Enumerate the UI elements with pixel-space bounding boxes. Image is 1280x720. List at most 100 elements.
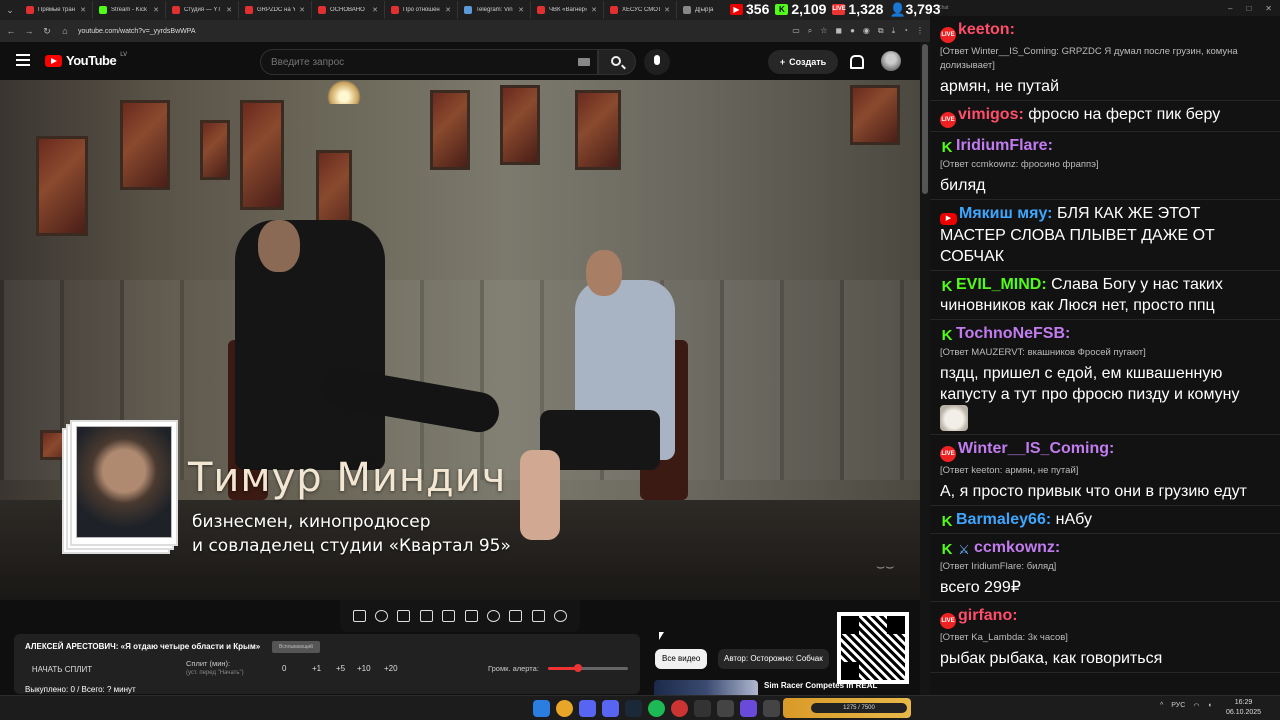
page-scrollbar[interactable] (920, 42, 930, 695)
notifications-bell-icon[interactable] (848, 54, 864, 69)
split-value[interactable]: 0 (282, 664, 286, 673)
reload-icon[interactable]: ↻ (42, 26, 52, 37)
video-player[interactable]: Тимур Миндич бизнесмен, кинопродюсер и с… (0, 80, 920, 600)
start-split-button[interactable]: НАЧАТЬ СПЛИТ (22, 662, 102, 676)
chat-username[interactable]: keeton (958, 21, 1010, 38)
add-1-button[interactable]: +1 (312, 664, 321, 673)
recommended-video-title[interactable]: Sim Racer Competes In REAL (764, 681, 877, 690)
camera-icon[interactable] (531, 610, 545, 622)
browser-tab[interactable]: Telegram: Vin ✕ (458, 1, 531, 19)
discord-icon[interactable] (602, 700, 619, 717)
browser-tab[interactable]: GRPZDC на Y ✕ (239, 1, 312, 19)
clapper-icon[interactable] (419, 610, 433, 622)
chat-username[interactable]: ccmkownz (974, 539, 1055, 556)
extension-icon[interactable]: ● (850, 26, 855, 36)
app-icon[interactable] (717, 700, 734, 717)
crop-icon[interactable] (442, 610, 456, 622)
tab-close-icon[interactable]: ✕ (153, 6, 159, 14)
wifi-icon[interactable]: ◠ (1193, 702, 1199, 710)
recommended-video-thumbnail[interactable] (654, 680, 758, 695)
alert-volume-slider[interactable] (548, 664, 628, 672)
tab-close-icon[interactable]: ✕ (299, 6, 305, 14)
popup-badge[interactable]: Всплывающий (272, 641, 320, 653)
bookmark-star-icon[interactable]: ☆ (820, 26, 827, 36)
frame-icon[interactable] (464, 610, 478, 622)
zoom-icon[interactable]: ⌕ (808, 26, 812, 36)
app-icon[interactable] (740, 700, 757, 717)
minimize-icon[interactable]: – (1228, 4, 1232, 13)
tab-close-icon[interactable]: ✕ (591, 6, 597, 14)
menu-icon[interactable]: ⋮ (916, 26, 924, 36)
back-icon[interactable]: ← (6, 26, 16, 36)
tab-close-icon[interactable]: ✕ (664, 6, 670, 14)
chat-username[interactable]: EVIL_MIND (956, 276, 1041, 293)
chat-username[interactable]: Winter__IS_Coming (958, 440, 1109, 457)
volume-icon[interactable]: ◖ (1207, 702, 1211, 710)
gear-icon[interactable] (554, 610, 568, 622)
browser-tab[interactable]: Студия — YT ✕ (166, 1, 239, 19)
tab-close-icon[interactable]: ✕ (372, 6, 378, 14)
youtube-logo[interactable]: YouTube LV (45, 52, 127, 68)
add-screen-icon[interactable] (509, 610, 523, 622)
add-5-button[interactable]: +5 (336, 664, 345, 673)
maximize-icon[interactable]: □ (1246, 4, 1251, 13)
steam-icon[interactable] (625, 700, 642, 717)
alert-volume-handle[interactable] (574, 664, 583, 672)
chip-author[interactable]: Автор: Осторожно: Собчак (718, 649, 829, 669)
tab-close-icon[interactable]: ✕ (226, 6, 232, 14)
install-icon[interactable]: ▭ (792, 26, 800, 36)
broadcast-icon[interactable] (375, 610, 389, 622)
tab-close-icon[interactable]: ✕ (445, 6, 451, 14)
avatar[interactable] (881, 51, 901, 71)
start-icon[interactable] (533, 700, 550, 717)
url-field[interactable]: youtube.com/watch?v=_yyrdsBwWPA (78, 28, 196, 35)
add-20-button[interactable]: +20 (384, 664, 398, 673)
search-button[interactable] (598, 49, 636, 75)
browser-tab[interactable]: Stream - Kick ✕ (93, 1, 166, 19)
keyboard-icon[interactable] (578, 58, 590, 66)
chip-all-videos[interactable]: Все видео (655, 649, 708, 669)
obs-icon[interactable] (694, 700, 711, 717)
create-button[interactable]: + Создать (768, 50, 838, 74)
add-10-button[interactable]: +10 (357, 664, 371, 673)
donation-goal-widget[interactable]: 1275 / 7500 (783, 698, 911, 718)
chat-username[interactable]: Barmaley66 (956, 511, 1046, 528)
chat-username[interactable]: girfano (958, 607, 1012, 624)
downloads-icon[interactable]: ⤓ (892, 26, 896, 36)
chat-username[interactable]: TochnoNeFSB (956, 325, 1065, 342)
tab-close-icon[interactable]: ✕ (80, 6, 86, 14)
speed-icon[interactable] (487, 610, 501, 622)
extensions-puzzle-icon[interactable]: ⧉ (878, 26, 884, 36)
forward-icon[interactable]: → (24, 26, 34, 36)
chat-username[interactable]: IridiumFlare (956, 137, 1048, 154)
loop-icon[interactable] (352, 610, 366, 622)
home-icon[interactable]: ⌂ (60, 26, 70, 36)
extension-icon[interactable]: ◉ (863, 26, 870, 36)
split-label: Сплит (мин): (186, 659, 231, 668)
chrome-icon[interactable] (556, 700, 573, 717)
browser-tab[interactable]: Прямые тран ✕ (20, 1, 93, 19)
chat-username[interactable]: vimigos (958, 106, 1018, 123)
input-language[interactable]: РУС (1171, 702, 1185, 710)
extension-icon[interactable]: ◼ (835, 26, 842, 36)
voice-search-icon[interactable] (644, 49, 670, 75)
browser-tab[interactable]: ЧВК «Вагнер» ✕ (531, 1, 604, 19)
app-icon[interactable] (671, 700, 688, 717)
browser-tab[interactable]: Про отношен ✕ (385, 1, 458, 19)
close-icon[interactable]: ✕ (1265, 4, 1272, 13)
discord-icon[interactable] (579, 700, 596, 717)
browser-tab[interactable]: ХЕСУС СМОТ ✕ (604, 1, 677, 19)
profile-icon[interactable]: ◔ (903, 26, 908, 36)
hamburger-menu-icon[interactable] (16, 54, 30, 66)
tab-close-icon[interactable]: ✕ (518, 6, 524, 14)
preview-icon[interactable] (397, 610, 411, 622)
chat-username[interactable]: Мякиш мяу (959, 205, 1047, 222)
clock[interactable]: 16:29 06.10.2025 (1226, 698, 1261, 718)
spotify-icon[interactable] (648, 700, 665, 717)
chevron-up-icon[interactable]: ^ (1160, 702, 1163, 710)
tab-list-icon[interactable]: ⌄ (0, 5, 20, 16)
browser-tab[interactable]: ОСНОВАНО ✕ (312, 1, 385, 19)
scrollbar-thumb[interactable] (922, 44, 928, 194)
search-input[interactable] (260, 49, 598, 75)
app-icon[interactable] (763, 700, 780, 717)
